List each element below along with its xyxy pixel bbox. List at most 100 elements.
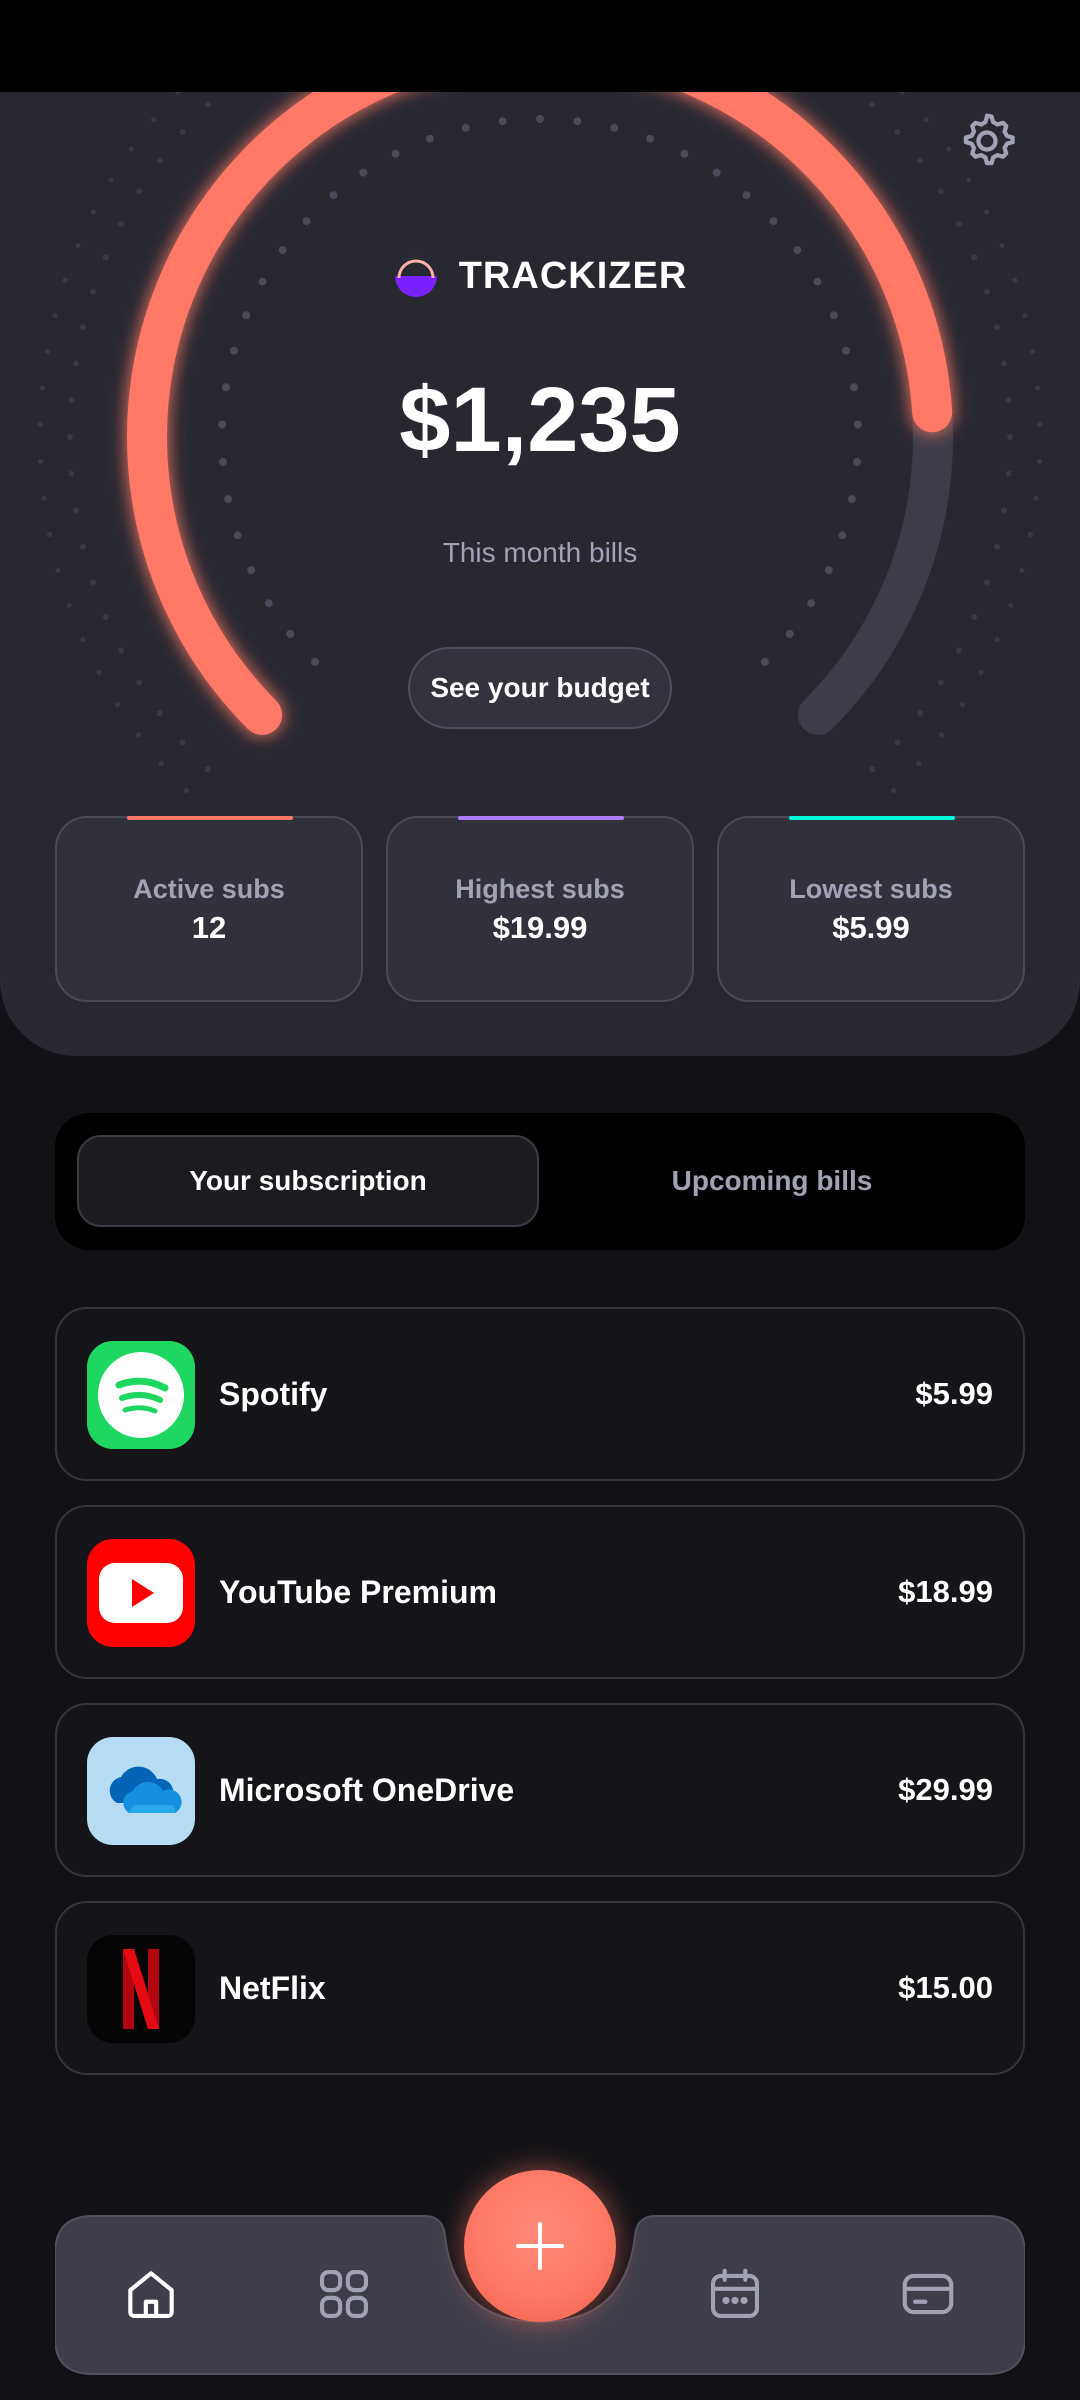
gauge-dot — [680, 149, 689, 158]
subscription-row-netflix[interactable]: NetFlix $15.00 — [55, 1901, 1025, 2075]
subscription-row-spotify[interactable]: Spotify $5.99 — [55, 1307, 1025, 1481]
gauge-dot — [842, 346, 851, 355]
gauge-dot — [359, 168, 368, 177]
see-budget-button[interactable]: See your budget — [408, 647, 672, 729]
netflix-icon — [87, 1935, 195, 2043]
gauge-dot — [96, 670, 102, 676]
subscription-price: $5.99 — [915, 1376, 993, 1411]
card-icon — [902, 2273, 954, 2315]
gauge-dot — [536, 115, 544, 123]
stat-accent-bar — [458, 816, 624, 820]
gauge-dot — [118, 220, 125, 227]
add-subscription-button[interactable] — [464, 2170, 616, 2322]
gauge-dot — [847, 495, 856, 503]
stat-accent-bar — [789, 816, 955, 820]
gauge-dot — [1001, 507, 1008, 514]
status-bar — [0, 0, 1080, 92]
gauge-dot — [917, 157, 924, 164]
spotify-icon — [87, 1341, 195, 1449]
gauge-dot — [151, 117, 156, 123]
gauge-dot — [994, 637, 1000, 643]
gauge-dot — [41, 495, 47, 501]
trackizer-logo — [394, 255, 437, 297]
subscription-name: YouTube Premium — [219, 1573, 497, 1610]
gauge-dot — [807, 599, 816, 608]
gauge-dot — [955, 647, 962, 654]
gauge-dot — [1030, 349, 1036, 354]
brand-name: TRACKIZER — [458, 254, 688, 297]
stat-card-active-subs[interactable]: Active subs 12 — [55, 816, 363, 1002]
stat-card-lowest-subs[interactable]: Lowest subs $5.99 — [717, 816, 1025, 1002]
gauge-dot — [869, 101, 876, 108]
grid-icon — [319, 2269, 369, 2319]
gauge-dot — [90, 209, 96, 215]
gauge-dot — [204, 101, 211, 108]
onedrive-icon — [87, 1737, 195, 1845]
gauge-dot — [785, 629, 794, 638]
gauge-dot — [869, 766, 876, 773]
stat-label: Active subs — [133, 874, 285, 904]
gauge-dot — [894, 128, 901, 135]
gauge-dot — [391, 149, 400, 158]
stat-label: Highest subs — [455, 874, 625, 904]
gauge-dot — [937, 679, 944, 686]
settings-button[interactable] — [952, 106, 1022, 176]
youtube-icon — [87, 1539, 195, 1647]
gauge-dot — [156, 157, 163, 164]
gauge-dot — [136, 679, 143, 686]
gauge-dot — [90, 579, 96, 586]
gauge-dot — [971, 613, 978, 620]
gauge-dot — [179, 739, 186, 746]
stat-label: Lowest subs — [789, 874, 953, 904]
stat-accent-bar — [127, 816, 293, 820]
gauge-dot — [955, 220, 962, 227]
nav-budgets[interactable] — [304, 2254, 384, 2334]
stat-card-highest-subs[interactable]: Highest subs $19.99 — [386, 816, 694, 1002]
gauge-dot — [769, 217, 778, 226]
gauge-dot — [924, 117, 929, 123]
gauge-dot — [939, 732, 945, 738]
gauge-dot — [72, 360, 79, 367]
gauge-dot — [917, 710, 924, 717]
gauge-dot — [128, 146, 134, 152]
tab-your-subscription[interactable]: Your subscription — [77, 1135, 539, 1227]
gauge-dot — [899, 92, 905, 95]
monthly-total-label: This month bills — [442, 537, 638, 568]
brand: TRACKIZER — [0, 246, 1080, 306]
gauge-dot — [80, 324, 86, 331]
gauge-dot — [646, 134, 655, 143]
nav-home[interactable] — [111, 2254, 191, 2334]
gauge-dot — [72, 507, 79, 514]
gauge-dot — [52, 313, 58, 318]
gauge-dot — [1033, 495, 1039, 501]
gauge-dot — [179, 128, 186, 135]
gauge-dot — [937, 188, 944, 195]
gauge-dot — [984, 209, 990, 215]
monthly-total: $1,235 — [399, 369, 681, 471]
gauge-dot — [115, 702, 121, 707]
gauge-dot — [1022, 313, 1028, 318]
tab-upcoming-bills[interactable]: Upcoming bills — [541, 1135, 1003, 1227]
gauge-dot — [183, 788, 189, 794]
gauge-dot — [894, 739, 901, 746]
subscription-name: Microsoft OneDrive — [219, 1771, 515, 1808]
subscription-price: $15.00 — [898, 1970, 993, 2005]
nav-calendar[interactable] — [695, 2254, 775, 2334]
nav-cards[interactable] — [888, 2254, 968, 2334]
gauge-dot — [959, 702, 965, 707]
gauge-dot — [978, 670, 984, 676]
gauge-dot — [229, 346, 238, 355]
stat-value: $19.99 — [492, 910, 588, 945]
gauge-dot — [461, 123, 470, 132]
gauge-dot — [946, 146, 952, 152]
stat-value: $5.99 — [832, 910, 910, 945]
subscription-row-youtube-premium[interactable]: YouTube Premium $18.99 — [55, 1505, 1025, 1679]
gauge-dot — [1008, 602, 1014, 608]
gauge-dot — [984, 579, 990, 586]
gauge-dot — [102, 613, 109, 620]
gear-icon — [963, 113, 1015, 166]
gauge-dot — [158, 761, 164, 767]
gauge-dot — [994, 324, 1000, 331]
calendar-icon — [710, 2268, 760, 2319]
subscription-row-microsoft-onedrive[interactable]: Microsoft OneDrive $29.99 — [55, 1703, 1025, 1877]
